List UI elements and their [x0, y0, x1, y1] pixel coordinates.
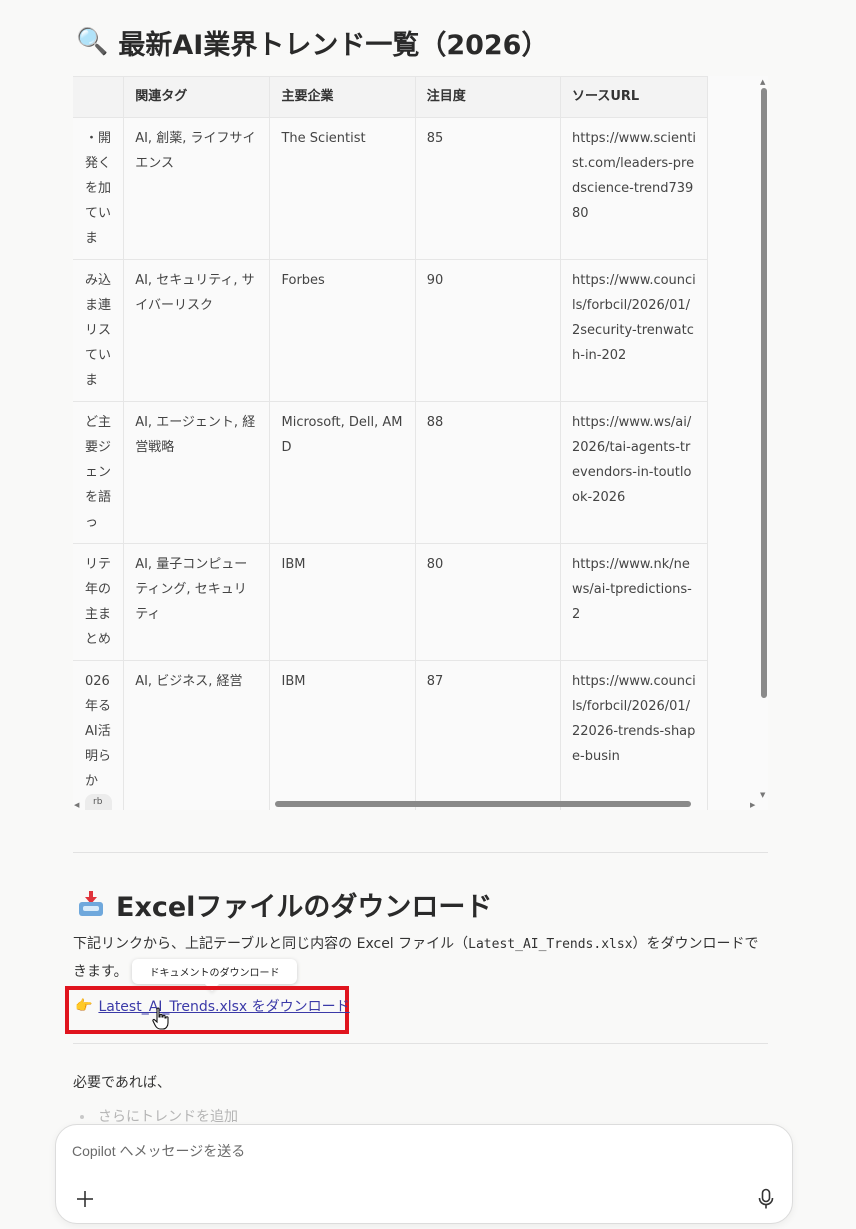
download-link[interactable]: Latest_AI_Trends.xlsx をダウンロード	[98, 996, 349, 1016]
download-tooltip: ドキュメントのダウンロード	[132, 959, 297, 984]
section-divider	[73, 852, 768, 853]
summary-cell: 026年るAI活明らか rbes	[73, 660, 125, 810]
url-cell[interactable]: https://www.councils/forbcil/2026/01/220…	[560, 660, 708, 810]
description-filename: Latest_AI_Trends.xlsx	[468, 937, 633, 952]
summary-cell: み込ま連リスていま	[73, 259, 125, 402]
followup-bullet-text: さらにトレンドを追加	[98, 1109, 238, 1125]
section-divider	[73, 1043, 768, 1044]
vertical-scrollbar-thumb[interactable]	[761, 88, 767, 698]
download-heading-title: Excelファイルのダウンロード	[116, 891, 493, 923]
table-row: 026年るAI活明らか rbes AI, ビジネス, 経営 IBM 87 htt…	[73, 660, 708, 810]
tags-cell: AI, ビジネス, 経営	[123, 660, 271, 810]
score-cell: 90	[414, 259, 562, 402]
horizontal-scrollbar-thumb[interactable]	[275, 801, 691, 807]
pointing-hand-icon: 👉	[75, 998, 93, 1014]
summary-text: 026年るAI活明らか	[85, 674, 112, 789]
column-header-url: ソースURL	[560, 76, 708, 118]
column-header-summary	[73, 76, 125, 118]
column-header-companies: 主要企業	[269, 76, 416, 118]
download-link-row: 👉 Latest_AI_Trends.xlsx をダウンロード	[75, 993, 350, 1019]
score-cell: 80	[414, 543, 562, 661]
table-row: み込ま連リスていま AI, セキュリティ, サイバーリスク Forbes 90 …	[73, 259, 708, 402]
inbox-tray-icon	[78, 891, 104, 917]
copilot-chat-page: 🔍 最新AI業界トレンド一覧（2026） 関連タグ 主要企業 注目度 ソースUR…	[0, 0, 856, 1229]
companies-cell: IBM	[269, 660, 416, 810]
source-tag[interactable]: rbes	[85, 794, 113, 810]
table-row: ・開発くを加ていま AI, 創薬, ライフサイエンス The Scientist…	[73, 117, 708, 260]
message-composer	[55, 1124, 793, 1224]
score-cell: 87	[414, 660, 562, 810]
summary-cell: ・開発くを加ていま	[73, 117, 125, 260]
description-text-line2: きます。	[73, 964, 128, 980]
scroll-up-arrow-icon[interactable]: ▲	[760, 78, 765, 86]
table-row: リテ年の主まとめ AI, 量子コンピューティング, セキュリティ IBM 80 …	[73, 543, 708, 661]
trends-heading-title: 最新AI業界トレンド一覧（2026）	[118, 29, 549, 61]
url-cell[interactable]: https://www.ws/ai/2026/tai-agents-treven…	[560, 401, 708, 544]
column-header-tags: 関連タグ	[123, 76, 271, 118]
column-header-score: 注目度	[414, 76, 562, 118]
tags-cell: AI, 創薬, ライフサイエンス	[123, 117, 271, 260]
url-cell[interactable]: https://www.nk/news/ai-tpredictions-2	[560, 543, 708, 661]
companies-cell: Forbes	[269, 259, 416, 402]
description-text-post: ）をダウンロードで	[632, 936, 759, 952]
table-header-row: 関連タグ 主要企業 注目度 ソースURL	[73, 76, 708, 118]
scroll-down-arrow-icon[interactable]: ▼	[760, 791, 765, 799]
summary-cell: リテ年の主まとめ	[73, 543, 125, 661]
companies-cell: Microsoft, Dell, AMD	[269, 401, 416, 544]
download-description: 下記リンクから、上記テーブルと同じ内容の Excel ファイル（Latest_A…	[73, 930, 773, 980]
scroll-right-arrow-icon[interactable]: ▶	[750, 801, 755, 809]
tags-cell: AI, エージェント, 経営戦略	[123, 401, 271, 544]
magnifier-icon: 🔍	[76, 27, 109, 57]
score-cell: 88	[414, 401, 562, 544]
tags-cell: AI, セキュリティ, サイバーリスク	[123, 259, 271, 402]
trends-heading: 🔍 最新AI業界トレンド一覧（2026）	[76, 20, 548, 64]
message-input[interactable]	[72, 1137, 732, 1165]
microphone-icon[interactable]	[756, 1188, 776, 1210]
trends-table: 関連タグ 主要企業 注目度 ソースURL ・開発くを加ていま AI, 創薬, ラ…	[73, 76, 708, 810]
table-row: ど主要ジェンを語っ AI, エージェント, 経営戦略 Microsoft, De…	[73, 401, 708, 544]
url-cell[interactable]: https://www.scientist.com/leaders-predsc…	[560, 117, 708, 260]
scroll-left-arrow-icon[interactable]: ◀	[74, 801, 79, 809]
plus-icon[interactable]	[74, 1188, 96, 1210]
trends-table-scroll-area[interactable]: 関連タグ 主要企業 注目度 ソースURL ・開発くを加ていま AI, 創薬, ラ…	[73, 76, 768, 810]
url-cell[interactable]: https://www.councils/forbcil/2026/01/2se…	[560, 259, 708, 402]
companies-cell: The Scientist	[269, 117, 416, 260]
hand-cursor-icon	[152, 1007, 169, 1030]
tags-cell: AI, 量子コンピューティング, セキュリティ	[123, 543, 271, 661]
download-heading: Excelファイルのダウンロード	[78, 884, 492, 924]
description-text: 下記リンクから、上記テーブルと同じ内容の Excel ファイル（	[73, 936, 469, 952]
score-cell: 85	[414, 117, 562, 260]
summary-cell: ど主要ジェンを語っ	[73, 401, 125, 544]
companies-cell: IBM	[269, 543, 416, 661]
followup-intro: 必要であれば、	[73, 1075, 171, 1091]
